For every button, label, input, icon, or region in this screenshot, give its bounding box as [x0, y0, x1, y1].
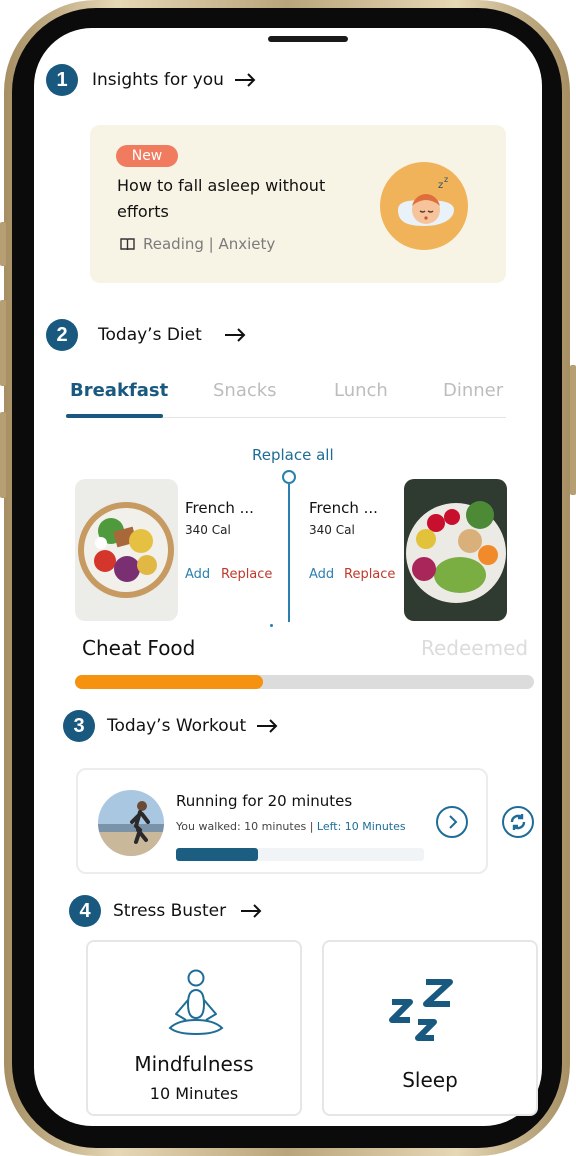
sleep-title: Sleep	[402, 1068, 458, 1092]
walked-text: You walked: 10 minutes |	[176, 820, 317, 833]
tab-dinner[interactable]: Dinner	[443, 380, 503, 401]
workout-title: Running for 20 minutes	[176, 792, 353, 810]
arrow-right-icon	[257, 719, 278, 733]
meal-tabs: Breakfast Snacks Lunch Dinner	[66, 378, 506, 418]
side-button	[0, 222, 6, 266]
new-badge: New	[116, 145, 178, 167]
arrow-right-icon	[241, 904, 262, 918]
arrow-right-icon	[224, 328, 246, 342]
divider-line	[288, 484, 290, 622]
meditation-icon	[168, 969, 224, 1036]
section-number-badge: 3	[63, 710, 95, 742]
food-image-bowl	[75, 479, 178, 621]
workout-progress-fill	[176, 848, 258, 861]
insight-tags: Reading | Anxiety	[143, 235, 276, 253]
tab-lunch[interactable]: Lunch	[334, 380, 388, 401]
cheat-food-label: Cheat Food	[82, 636, 196, 660]
section-title: Today’s Workout	[107, 716, 247, 736]
section-title: Stress Buster	[113, 901, 227, 921]
cheat-food-progress-fill	[75, 675, 264, 689]
replace-all-link[interactable]: Replace all	[252, 446, 334, 464]
section-number-badge: 2	[46, 319, 78, 351]
divider-dot	[270, 624, 273, 627]
workout-status: You walked: 10 minutes | Left: 10 Minute…	[176, 820, 406, 833]
cheat-food-progress-bar	[75, 675, 534, 689]
notch	[268, 36, 348, 42]
tab-snacks[interactable]: Snacks	[213, 380, 277, 401]
insight-meta: Reading | Anxiety	[120, 235, 275, 253]
tab-breakfast[interactable]: Breakfast	[70, 380, 168, 401]
side-button	[0, 300, 6, 386]
svg-text:z: z	[438, 180, 443, 191]
sleep-card[interactable]: Sleep	[322, 940, 538, 1116]
workout-header[interactable]: 3 Today’s Workout	[63, 710, 278, 742]
insight-card[interactable]: New How to fall asleep without efforts R…	[90, 125, 506, 283]
redeemed-label: Redeemed	[421, 636, 529, 660]
divider-handle	[282, 470, 296, 484]
add-button[interactable]: Add	[309, 567, 334, 582]
replace-button[interactable]: Replace	[221, 567, 272, 582]
svg-text:z: z	[444, 175, 448, 184]
side-button	[0, 412, 6, 498]
section-title: Today’s Diet	[98, 325, 202, 345]
side-button	[570, 365, 576, 495]
chevron-right-icon[interactable]	[436, 806, 468, 838]
mindfulness-duration: 10 Minutes	[149, 1084, 239, 1103]
section-title: Insights for you	[92, 70, 224, 90]
zzz-icon	[389, 979, 453, 1041]
section-number-badge: 1	[46, 64, 78, 96]
food-calories: 340 Cal	[185, 523, 231, 537]
food-name: French ...	[185, 499, 254, 517]
active-tab-indicator	[66, 414, 163, 418]
stress-header[interactable]: 4 Stress Buster	[69, 895, 262, 927]
section-number-badge: 4	[69, 895, 101, 927]
insight-title: How to fall asleep without efforts	[117, 176, 326, 221]
left-text: Left: 10 Minutes	[316, 820, 406, 833]
sleeping-face-icon: z z	[380, 162, 468, 250]
food-calories: 340 Cal	[309, 523, 355, 537]
add-button[interactable]: Add	[185, 567, 210, 582]
mindfulness-title: Mindfulness	[134, 1052, 254, 1076]
workout-card[interactable]: Running for 20 minutes You walked: 10 mi…	[76, 768, 488, 874]
runner-avatar	[98, 790, 164, 856]
book-icon	[120, 237, 135, 250]
workout-progress-bar	[176, 848, 424, 861]
diet-header[interactable]: 2 Today’s Diet	[46, 319, 246, 351]
food-image-salad	[404, 479, 507, 621]
replace-button[interactable]: Replace	[344, 567, 395, 582]
refresh-icon[interactable]	[502, 806, 534, 838]
mindfulness-card[interactable]: Mindfulness 10 Minutes	[86, 940, 302, 1116]
arrow-right-icon	[234, 73, 256, 87]
insights-header[interactable]: 1 Insights for you	[46, 64, 256, 96]
food-name: French ...	[309, 499, 378, 517]
